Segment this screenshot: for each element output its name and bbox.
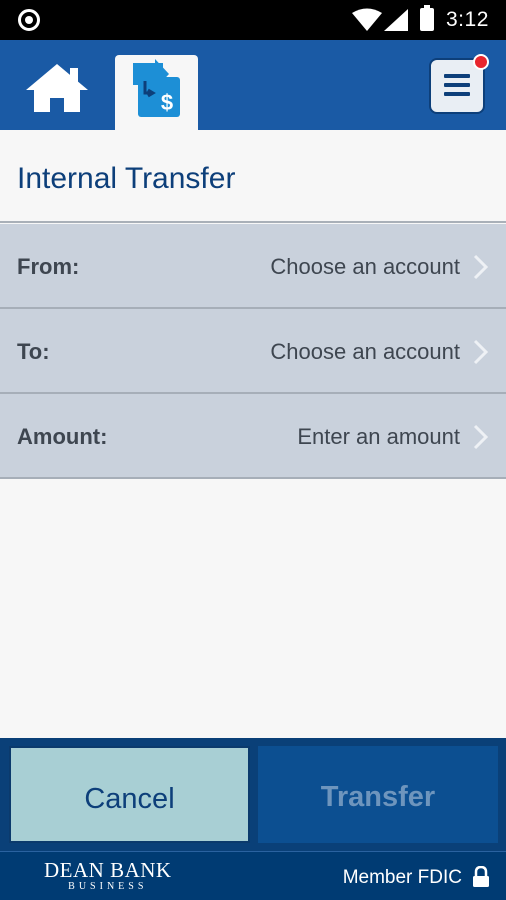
app-header: $ [0,40,506,130]
to-account-row[interactable]: To: Choose an account [0,309,506,394]
transfer-button[interactable]: Transfer [258,746,498,843]
transfer-button-label: Transfer [320,781,436,813]
lock-icon [473,866,489,887]
notification-dot [473,54,489,70]
transfer-form: From: Choose an account To: Choose an ac… [0,224,506,479]
status-bar: 3:12 [0,0,506,40]
amount-row[interactable]: Amount: Enter an amount [0,394,506,479]
brand-name: DEAN BANK [44,858,172,882]
action-bar: Cancel Transfer [0,738,506,851]
chevron-right-icon [473,254,489,280]
menu-icon [444,74,470,101]
amount-value: Enter an amount [297,424,460,449]
cell-signal-icon [384,9,408,31]
record-icon [18,9,40,31]
chevron-right-icon [473,339,489,365]
brand-logo: DEAN BANK BUSINESS [44,858,172,893]
to-label: To: [17,339,50,364]
brand-sub: BUSINESS [68,881,148,892]
battery-icon [420,5,434,31]
wifi-icon [352,8,382,31]
svg-text:$: $ [161,90,173,115]
home-icon [26,64,88,112]
from-account-row[interactable]: From: Choose an account [0,224,506,309]
from-value: Choose an account [270,254,460,279]
cancel-button-label: Cancel [84,783,175,815]
chevron-right-icon [473,424,489,450]
tab-transfer[interactable]: $ [115,55,198,130]
home-button[interactable] [22,60,92,118]
cancel-button[interactable]: Cancel [9,746,250,843]
amount-label: Amount: [17,424,108,449]
from-label: From: [17,254,80,279]
page-title-bar: Internal Transfer [0,130,506,223]
content-area [0,480,506,738]
status-time: 3:12 [446,8,489,31]
fdic-text: Member FDIC [342,867,462,888]
transfer-dollar-icon: $ [133,59,180,117]
to-value: Choose an account [270,339,460,364]
page-title: Internal Transfer [17,162,236,195]
menu-button[interactable] [429,54,489,114]
footer: DEAN BANK BUSINESS Member FDIC [0,851,506,900]
